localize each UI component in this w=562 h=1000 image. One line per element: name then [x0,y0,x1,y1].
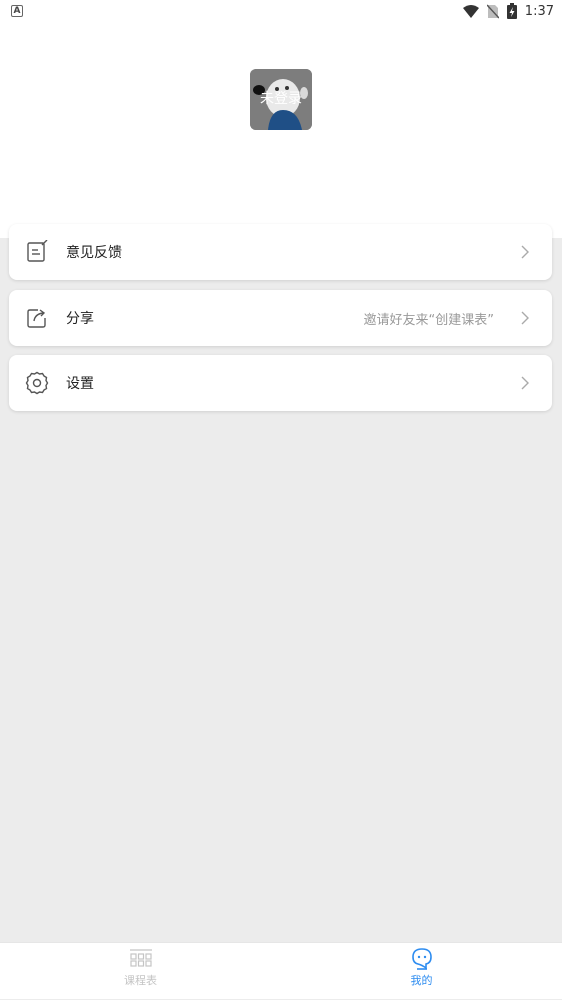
bottom-tab-bar: 课程表 我的 [0,942,562,999]
login-status-label: 未登录 [260,91,302,107]
menu-item-feedback[interactable]: 意见反馈 [9,224,552,280]
battery-charging-icon [506,3,517,19]
face-icon [412,948,432,970]
feedback-icon [27,240,48,262]
tab-label: 课程表 [124,974,157,987]
clock: 1:37 [524,3,554,19]
menu-item-subtitle: 邀请好友来“创建课表” [363,313,494,328]
notification-icon: A [11,5,23,17]
grid-icon [130,949,152,967]
tab-schedule[interactable]: 课程表 [0,943,281,1000]
chevron-right-icon [521,245,529,259]
share-icon [27,309,46,328]
menu-item-share[interactable]: 分享 邀请好友来“创建课表” [9,290,552,346]
chevron-right-icon [521,311,529,325]
menu-item-label: 意见反馈 [66,245,122,261]
wifi-icon [462,4,479,18]
menu-item-label: 设置 [66,376,94,392]
avatar[interactable]: 未登录 [250,69,312,130]
status-bar: A 1:37 [0,0,562,24]
no-sim-icon [486,4,499,18]
settings-icon [25,371,49,395]
tab-mine[interactable]: 我的 [281,943,562,1000]
menu-item-label: 分享 [66,311,94,327]
chevron-right-icon [521,376,529,390]
menu-item-settings[interactable]: 设置 [9,355,552,411]
tab-label: 我的 [410,974,433,987]
